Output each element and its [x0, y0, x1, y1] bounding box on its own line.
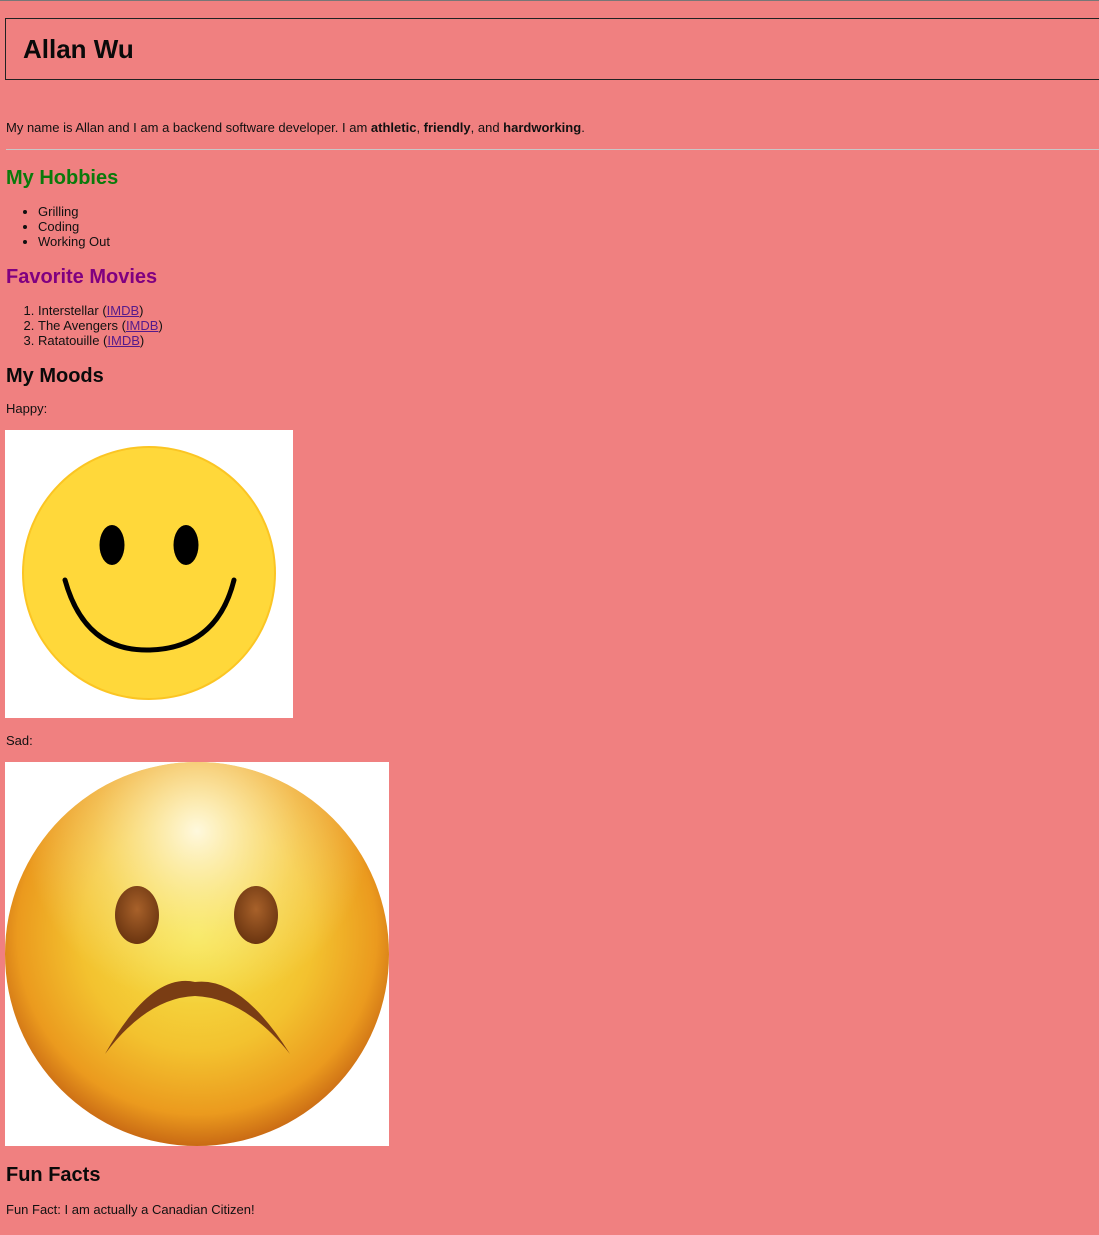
movies-list: Interstellar (IMDB) The Avengers (IMDB) … — [0, 303, 163, 348]
hobbies-heading: My Hobbies — [6, 167, 119, 189]
horizontal-rule — [6, 149, 1099, 150]
intro-separator: , and — [470, 120, 504, 135]
movie-title: Interstellar — [38, 303, 99, 318]
frowning-face-icon — [5, 762, 389, 1146]
list-item: Grilling — [38, 204, 110, 219]
intro-period: . — [581, 120, 585, 135]
fun-facts-heading: Fun Facts — [6, 1164, 101, 1186]
imdb-link[interactable]: IMDB — [126, 318, 159, 333]
imdb-link[interactable]: IMDB — [107, 303, 140, 318]
list-item: Interstellar (IMDB) — [38, 303, 163, 318]
list-item: Working Out — [38, 234, 110, 249]
page-title: Allan Wu — [23, 34, 134, 64]
sad-label: Sad: — [6, 733, 33, 748]
list-item: Coding — [38, 219, 110, 234]
movies-heading: Favorite Movies — [6, 266, 158, 288]
moods-heading: My Moods — [6, 365, 104, 387]
list-item: Ratatouille (IMDB) — [38, 333, 163, 348]
top-border — [0, 0, 1099, 1]
movie-title: Ratatouille — [38, 333, 100, 348]
intro-paragraph: My name is Allan and I am a backend soft… — [6, 120, 585, 136]
fun-fact-text: Fun Fact: I am actually a Canadian Citiz… — [6, 1202, 255, 1217]
trait-athletic: athletic — [370, 120, 417, 135]
intro-text: My name is Allan and I am a backend soft… — [6, 120, 371, 135]
sad-face-image — [5, 762, 389, 1146]
hobbies-list: Grilling Coding Working Out — [0, 204, 110, 249]
header-box: Allan Wu — [5, 18, 1099, 80]
happy-face-image — [5, 430, 293, 718]
happy-label: Happy: — [6, 401, 48, 416]
movie-title: The Avengers — [38, 318, 118, 333]
imdb-link[interactable]: IMDB — [107, 333, 140, 348]
smiley-face-icon — [22, 446, 276, 700]
intro-separator: , — [416, 120, 424, 135]
list-item: The Avengers (IMDB) — [38, 318, 163, 333]
trait-hardworking: hardworking — [503, 120, 582, 135]
trait-friendly: friendly — [423, 120, 471, 135]
